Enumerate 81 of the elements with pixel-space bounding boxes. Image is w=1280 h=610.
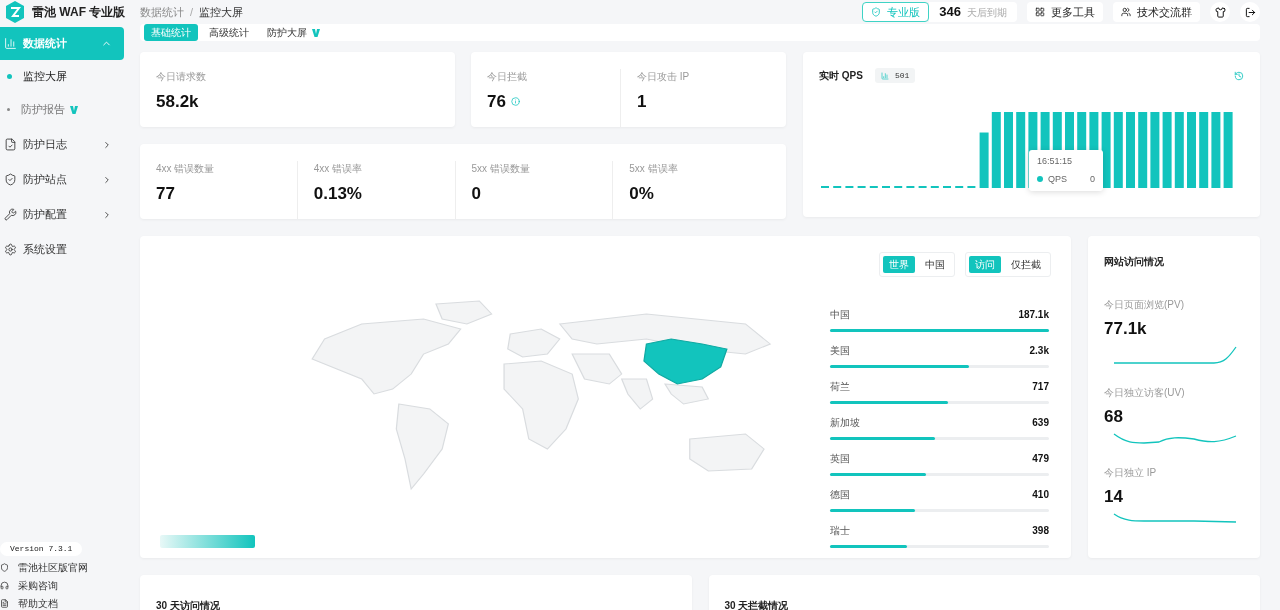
- sidebar-link[interactable]: 雷池社区版官网: [0, 560, 124, 574]
- sidebar-item[interactable]: 系统设置: [0, 233, 124, 266]
- segment-option[interactable]: 中国: [919, 256, 951, 273]
- people-icon: [1121, 7, 1131, 17]
- sidebar-link[interactable]: 采购咨询: [0, 578, 124, 592]
- bar-chart-icon: [880, 71, 889, 80]
- breadcrumb-item: 监控大屏: [199, 4, 244, 20]
- app-title: 雷池 WAF 专业版: [32, 4, 126, 21]
- headset-icon: [0, 580, 9, 590]
- document-check-icon: [4, 138, 17, 151]
- logout-button[interactable]: [1240, 2, 1260, 22]
- tab[interactable]: 高级统计: [202, 24, 256, 41]
- shield-icon: [0, 562, 9, 572]
- bar-chart-icon: [4, 37, 17, 50]
- country-name: 新加坡: [830, 416, 860, 430]
- shield-icon: [871, 7, 882, 17]
- metric-value: 77.1k: [1104, 320, 1148, 337]
- settings-icon: [4, 243, 17, 256]
- sidebar-item[interactable]: 防护站点: [0, 163, 124, 196]
- header-action-button[interactable]: 技术交流群: [1113, 2, 1200, 22]
- country-value: 479: [1032, 452, 1049, 466]
- metric-label: 今日页面浏览(PV): [1104, 298, 1185, 312]
- sidebar-link[interactable]: 帮助文档: [0, 596, 124, 610]
- stat-label: 5xx 错误率: [629, 162, 679, 176]
- days-left-label: 天后到期: [967, 5, 1007, 20]
- stat-label: 今日请求数: [156, 70, 207, 84]
- breadcrumb-item[interactable]: 数据统计: [140, 3, 184, 21]
- metric-label: 今日独立访客(UV): [1104, 386, 1186, 400]
- shirt-icon-button[interactable]: [1210, 2, 1230, 22]
- tools-icon: [4, 208, 17, 221]
- country-value: 2.3k: [1029, 344, 1049, 358]
- metric-label: 今日独立 IP: [1104, 466, 1158, 480]
- shield-icon: [4, 173, 17, 186]
- qps-bar: [979, 132, 989, 188]
- tooltip-time: 16:51:15: [1037, 155, 1074, 168]
- metric-value: 68: [1104, 408, 1124, 425]
- stat-label: 4xx 错误率: [313, 162, 364, 176]
- tooltip-series: QPS: [1048, 172, 1067, 186]
- segment-option[interactable]: 仅拦截: [1005, 256, 1047, 273]
- tooltip-value: 0: [1090, 172, 1096, 186]
- stat-value: 0: [471, 185, 481, 202]
- country-name: 英国: [830, 452, 850, 466]
- grid-icon: [1035, 7, 1045, 17]
- stat-value: 77: [156, 185, 175, 202]
- header-action-button[interactable]: 更多工具: [1027, 2, 1103, 22]
- stat-value: 58.2k: [156, 93, 199, 110]
- sidebar-subitem[interactable]: 监控大屏: [0, 60, 124, 93]
- sidebar-item[interactable]: 防护配置: [0, 198, 124, 231]
- sidebar-item[interactable]: 防护日志: [0, 128, 124, 161]
- card-title: 实时 QPS: [819, 69, 863, 83]
- stat-label: 今日拦截: [487, 70, 528, 84]
- country-value: 639: [1032, 416, 1049, 430]
- stat-value: 76: [487, 93, 506, 110]
- card-title: 30 天拦截情况: [724, 600, 789, 610]
- version-label: Version 7.3.1: [0, 542, 83, 556]
- stat-label: 4xx 错误数量: [156, 162, 216, 176]
- country-name: 荷兰: [830, 380, 850, 394]
- country-name: 德国: [830, 488, 850, 502]
- stat-value: 1: [637, 93, 647, 110]
- qps-current-value: 501: [894, 69, 910, 82]
- stat-label: 今日攻击 IP: [637, 70, 691, 84]
- days-left-value: 346: [939, 3, 961, 22]
- country-value: 410: [1032, 488, 1049, 502]
- country-value: 187.1k: [1018, 308, 1049, 322]
- country-name: 中国: [830, 308, 850, 322]
- metric-value: 14: [1104, 488, 1124, 505]
- country-name: 美国: [830, 344, 850, 358]
- breadcrumb-separator: /: [190, 4, 194, 20]
- stat-value: 0.13%: [313, 185, 362, 202]
- stat-label: 5xx 错误数量: [471, 162, 531, 176]
- document-icon: [0, 598, 9, 608]
- card-title: 网站访问情况: [1104, 255, 1165, 269]
- country-name: 瑞士: [830, 524, 850, 538]
- shirt-icon: [1214, 6, 1226, 18]
- stat-value: 0%: [629, 185, 654, 202]
- logout-icon: [1244, 6, 1256, 18]
- sidebar-subitem[interactable]: 防护报告: [0, 93, 124, 126]
- country-value: 398: [1032, 524, 1049, 538]
- country-value: 717: [1032, 380, 1049, 394]
- card-title: 30 天访问情况: [156, 600, 220, 610]
- tab[interactable]: 防护大屏: [260, 24, 328, 41]
